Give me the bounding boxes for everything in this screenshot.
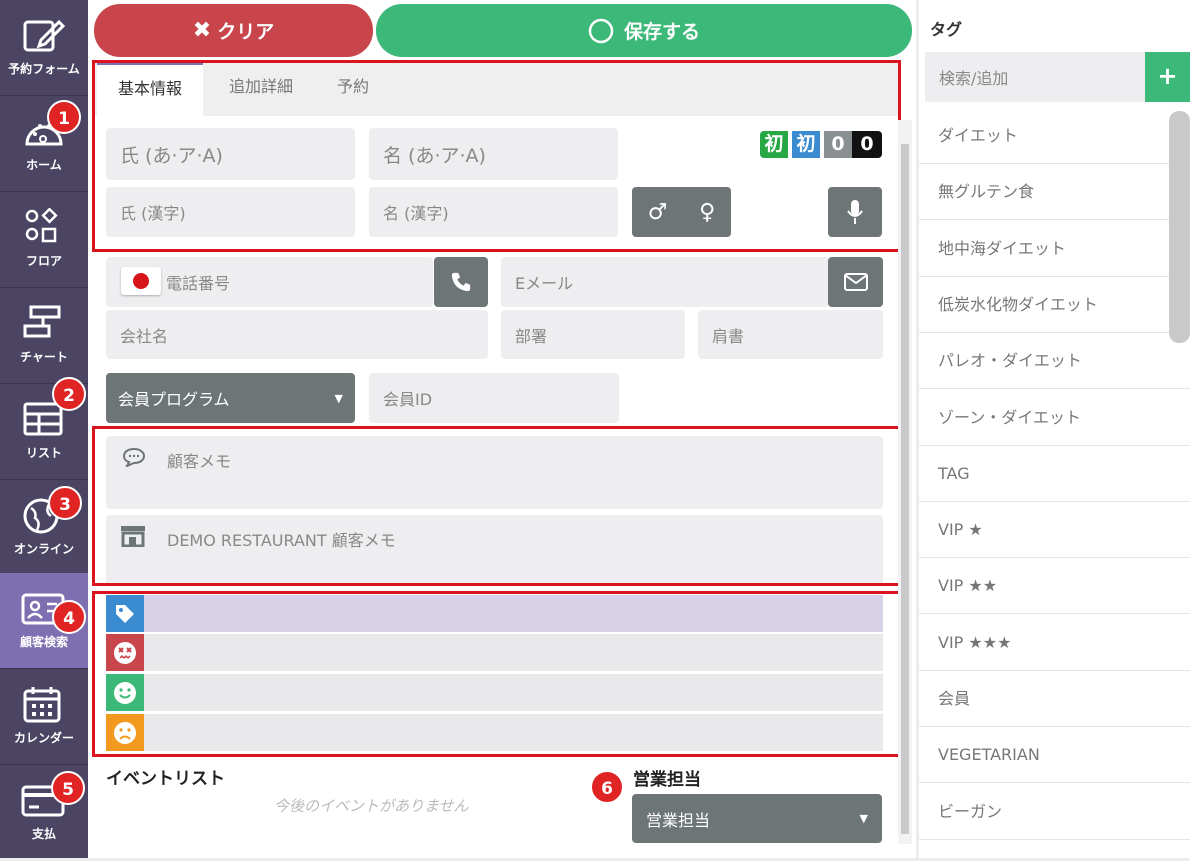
event-list-empty: 今後のイベントがありません bbox=[274, 797, 469, 815]
edit-icon bbox=[23, 19, 66, 52]
nav-item-reservation-form[interactable]: 予約フォーム bbox=[0, 0, 88, 96]
department-field[interactable]: 部署 bbox=[501, 310, 685, 359]
tag-list-item[interactable]: VIP ★★★ bbox=[919, 615, 1190, 671]
tag-list-item[interactable]: ダイエット bbox=[919, 108, 1190, 164]
membership-program-select[interactable]: 会員プログラム ▼ bbox=[106, 373, 355, 423]
main-scrollbar[interactable] bbox=[898, 120, 912, 844]
annotation-badge-3: 3 bbox=[48, 486, 82, 520]
tag-list-item[interactable]: ビーガン bbox=[919, 784, 1190, 840]
sales-rep-title: 営業担当 bbox=[633, 770, 701, 790]
tag-list-item[interactable]: パレオ・ダイエット bbox=[919, 333, 1190, 390]
x-icon: ✖ bbox=[192, 18, 212, 43]
sales-rep-select-value: 営業担当 bbox=[646, 810, 711, 830]
tag-list-item[interactable]: ゾーン・ダイエット bbox=[919, 390, 1190, 446]
event-list-title: イベントリスト bbox=[106, 769, 225, 789]
nav-label: ホーム bbox=[26, 158, 62, 172]
email-field[interactable]: Eメール bbox=[501, 257, 829, 307]
tag-list-item[interactable]: 地中海ダイエット bbox=[919, 221, 1190, 277]
annotation-box-tags bbox=[92, 591, 901, 757]
annotation-badge-5: 5 bbox=[51, 771, 85, 805]
nav-item-calendar[interactable]: カレンダー bbox=[0, 669, 88, 765]
email-button[interactable] bbox=[828, 257, 883, 307]
annotation-box-memos bbox=[92, 426, 901, 586]
annotation-badge-6: 6 bbox=[590, 770, 624, 804]
annotation-badge-2: 2 bbox=[52, 377, 86, 411]
floor-icon bbox=[25, 208, 58, 243]
sales-rep-select[interactable]: 営業担当 ▼ bbox=[632, 794, 882, 843]
main-scrollbar-thumb[interactable] bbox=[901, 144, 909, 834]
tag-list-item[interactable]: 会員 bbox=[919, 671, 1190, 727]
japan-flag-icon[interactable] bbox=[121, 267, 161, 295]
tag-list-item[interactable]: VIP ★★ bbox=[919, 558, 1190, 615]
membership-select-value: 会員プログラム bbox=[118, 390, 230, 409]
nav-label: 支払 bbox=[31, 827, 56, 841]
nav-item-floor[interactable]: フロア bbox=[0, 192, 88, 288]
tag-list-item[interactable]: TAG bbox=[919, 446, 1190, 502]
annotation-box-basic-info bbox=[92, 60, 901, 252]
tag-panel: タグ 検索/追加 + ダイエット 無グルテン食 地中海ダイエット 低炭水化物ダイエット… bbox=[919, 0, 1190, 858]
tag-search-input[interactable]: 検索/追加 bbox=[925, 52, 1145, 102]
nav-label: カレンダー bbox=[13, 731, 74, 745]
nav-item-chart[interactable]: チャート bbox=[0, 288, 88, 384]
job-title-field[interactable]: 肩書 bbox=[698, 310, 883, 359]
nav-label: 顧客検索 bbox=[19, 635, 68, 649]
calendar-icon bbox=[23, 687, 61, 723]
chart-icon bbox=[23, 305, 61, 338]
save-button[interactable]: 保存する bbox=[376, 4, 912, 57]
member-id-field[interactable]: 会員ID bbox=[369, 373, 619, 423]
sidebar: 予約フォーム ホーム フロア チャート リスト オンライン 顧客検索 カレンダー… bbox=[0, 0, 88, 858]
nav-label: チャート bbox=[20, 350, 68, 364]
call-button[interactable] bbox=[434, 257, 488, 307]
caret-down-icon: ▼ bbox=[859, 812, 868, 825]
main-panel: ✖ クリア 保存する 基本情報 追加詳細 予約 氏 (あ·ア·A) 名 (あ·ア… bbox=[88, 0, 916, 858]
envelope-icon bbox=[843, 273, 868, 291]
clear-button-label: クリア bbox=[217, 21, 275, 43]
clear-button[interactable]: ✖ クリア bbox=[94, 4, 373, 57]
circle-icon bbox=[588, 18, 614, 43]
tag-list-item[interactable]: VEGETARIAN bbox=[919, 727, 1190, 784]
save-button-label: 保存する bbox=[623, 21, 700, 43]
add-tag-button[interactable]: + bbox=[1145, 52, 1190, 102]
nav-label: 予約フォーム bbox=[8, 62, 80, 76]
tag-list-item[interactable]: VIP ★ bbox=[919, 502, 1190, 559]
tag-list-item[interactable]: 低炭水化物ダイエット bbox=[919, 277, 1190, 333]
annotation-badge-4: 4 bbox=[52, 600, 86, 634]
nav-label: オンライン bbox=[13, 542, 74, 556]
tag-list-item[interactable]: 無グルテン食 bbox=[919, 164, 1190, 221]
nav-label: フロア bbox=[25, 254, 62, 268]
phone-icon bbox=[451, 272, 471, 292]
tag-panel-title: タグ bbox=[930, 20, 963, 39]
nav-label: リスト bbox=[25, 446, 62, 460]
caret-down-icon: ▼ bbox=[334, 391, 343, 405]
annotation-badge-1: 1 bbox=[47, 100, 81, 134]
tag-list-scrollbar[interactable] bbox=[1169, 111, 1190, 343]
company-field[interactable]: 会社名 bbox=[106, 310, 488, 359]
